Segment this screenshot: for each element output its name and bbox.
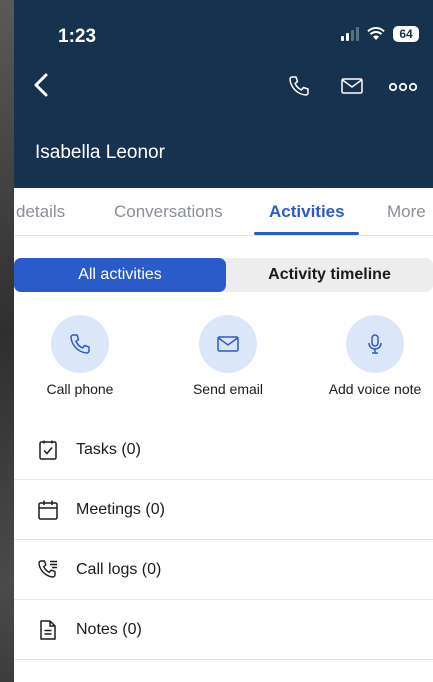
call-phone-label: Call phone <box>46 381 114 397</box>
notes-label: Notes (0) <box>76 620 142 638</box>
mail-icon <box>341 78 363 94</box>
calendar-icon <box>36 498 60 522</box>
call-phone-action[interactable]: Call phone <box>20 315 140 397</box>
status-time: 1:23 <box>58 26 97 47</box>
list-item-notes[interactable]: Notes (0) <box>14 600 433 660</box>
task-checklist-icon <box>36 438 60 462</box>
activity-timeline-button[interactable]: Activity timeline <box>226 258 433 292</box>
call-phone-circle <box>51 315 109 373</box>
call-logs-label: Call logs (0) <box>76 560 162 578</box>
add-voice-note-label: Add voice note <box>328 381 422 397</box>
phone-icon <box>70 334 90 354</box>
activity-view-toggle: All activities Activity timeline <box>14 258 433 292</box>
battery-indicator: 64 <box>393 26 419 42</box>
send-email-action[interactable]: Send email <box>168 315 288 397</box>
call-button[interactable] <box>287 74 311 103</box>
all-activities-button[interactable]: All activities <box>14 258 226 292</box>
list-item-call-logs[interactable]: Call logs (0) <box>14 540 433 600</box>
tab-bar: details Conversations Activities More <box>14 188 433 236</box>
send-email-circle <box>199 315 257 373</box>
contact-header: 1:23 64 Isabella Leonor <box>14 0 433 188</box>
tab-activities[interactable]: Activities <box>269 202 345 222</box>
more-icon <box>388 82 418 92</box>
back-button[interactable] <box>30 70 54 100</box>
app-screen: 1:23 64 Isabella Leonor details Conversa… <box>14 0 433 682</box>
microphone-icon <box>368 334 382 354</box>
mail-icon <box>217 336 239 352</box>
send-email-label: Send email <box>192 381 264 397</box>
call-log-icon <box>36 558 60 582</box>
tasks-label: Tasks (0) <box>76 440 141 458</box>
tab-conversations[interactable]: Conversations <box>114 202 223 222</box>
active-tab-indicator <box>254 232 359 235</box>
add-voice-note-action[interactable]: Add voice note <box>315 315 433 397</box>
add-voice-note-circle <box>346 315 404 373</box>
activity-list: Tasks (0) Meetings (0) Call logs (0) Not… <box>14 420 433 660</box>
contact-name: Isabella Leonor <box>35 142 165 163</box>
signal-icon <box>341 27 359 41</box>
meetings-label: Meetings (0) <box>76 500 165 518</box>
chevron-left-icon <box>34 73 48 97</box>
wifi-icon <box>367 27 385 40</box>
list-item-meetings[interactable]: Meetings (0) <box>14 480 433 540</box>
phone-icon <box>289 76 309 96</box>
tab-details[interactable]: details <box>16 202 65 222</box>
tab-more[interactable]: More <box>387 202 426 222</box>
email-button[interactable] <box>340 74 364 103</box>
list-item-tasks[interactable]: Tasks (0) <box>14 420 433 480</box>
more-button[interactable] <box>388 80 418 98</box>
status-icons: 64 <box>341 26 419 42</box>
note-icon <box>36 618 60 642</box>
